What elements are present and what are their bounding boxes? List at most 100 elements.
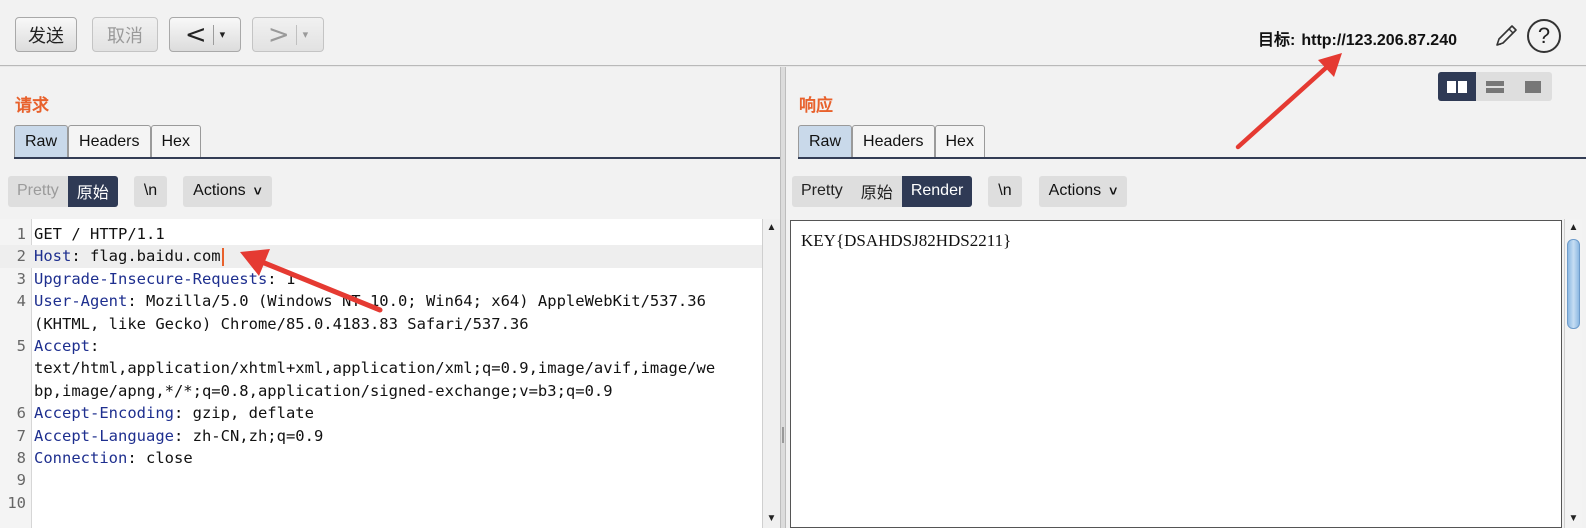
stacked-icon[interactable] [1476, 72, 1514, 101]
request-actions-button[interactable]: Actions ˅ [183, 175, 272, 207]
response-view-bar: Pretty 原始 Render \n Actions ˅ [792, 175, 1128, 207]
line-text: (KHTML, like Gecko) Chrome/85.0.4183.83 … [34, 313, 529, 335]
header-key: Host [34, 247, 72, 266]
code-line[interactable]: 8 Connection: close [0, 447, 762, 469]
line-number: 7 [16, 426, 26, 445]
response-tab-hex[interactable]: Hex [934, 125, 985, 158]
line-text: Accept-Language: zh-CN,zh;q=0.9 [34, 425, 323, 447]
back-dropdown-icon[interactable]: ▾ [220, 28, 226, 41]
chevron-down-icon: ˅ [1109, 183, 1118, 199]
header-value: (KHTML, like Gecko) Chrome/85.0.4183.83 … [34, 314, 529, 333]
line-text: Host: flag.baidu.com [34, 245, 224, 267]
code-line[interactable]: 4 User-Agent: Mozilla/5.0 (Windows NT 10.… [0, 290, 762, 312]
cancel-button-label: 取消 [107, 25, 143, 46]
target-display: 目标: http://123.206.87.240 [1258, 26, 1457, 50]
request-pretty-toggle[interactable]: Pretty [8, 176, 68, 207]
request-editor[interactable]: 1 GET / HTTP/1.1 2 Host: flag.baidu.com 3 Upg… [0, 219, 762, 528]
line-text: Accept: [34, 335, 99, 357]
header-value: : Mozilla/5.0 (Windows NT 10.0; Win64; x… [127, 292, 706, 311]
response-tabs: Raw Headers Hex [798, 125, 985, 158]
request-view-bar: Pretty 原始 \n Actions ˅ [8, 175, 272, 207]
cancel-button[interactable]: 取消 [92, 17, 158, 52]
response-newline-toggle[interactable]: \n [988, 175, 1022, 207]
scroll-thumb[interactable] [1567, 239, 1580, 329]
code-line[interactable]: 5 Accept: [0, 335, 762, 357]
target-label: 目标: [1258, 32, 1296, 49]
response-tab-raw[interactable]: Raw [798, 125, 853, 158]
header-value: text/html,application/xhtml+xml,applicat… [34, 359, 716, 378]
text-cursor [221, 247, 224, 266]
send-button[interactable]: 发送 [15, 17, 77, 52]
target-url: http://123.206.87.240 [1301, 32, 1457, 49]
line-text: Connection: close [34, 447, 193, 469]
line-number: 5 [16, 336, 26, 355]
header-key: Accept [34, 336, 90, 355]
line-number: 9 [16, 471, 26, 490]
rendered-flag-text: KEY{DSAHDSJ82HDS2211} [801, 231, 1012, 250]
line-text: bp,image/apng,*/*;q=0.8,application/sign… [34, 380, 613, 402]
request-raw-toggle[interactable]: 原始 [67, 175, 118, 207]
header-value: : gzip, deflate [173, 404, 314, 423]
forward-arrow-icon: > [267, 19, 290, 50]
line-text: text/html,application/xhtml+xml,applicat… [34, 357, 715, 379]
pencil-icon[interactable] [1492, 22, 1520, 50]
request-scrollbar[interactable]: ▲ ▼ [762, 219, 780, 528]
code-line[interactable]: 10 [0, 492, 762, 514]
top-toolbar: 发送 取消 < ▾ > ▾ 目标: http://123.206.87.240 ? [0, 0, 1586, 66]
request-tab-headers[interactable]: Headers [68, 125, 151, 158]
header-key: Upgrade-Insecure-Requests [34, 269, 268, 288]
code-line[interactable]: 9 [0, 469, 762, 491]
send-button-label: 发送 [28, 25, 64, 46]
response-pretty-toggle[interactable]: Pretty [792, 176, 852, 207]
line-text: Accept-Encoding: gzip, deflate [34, 402, 314, 424]
code-line[interactable]: 7 Accept-Language: zh-CN,zh;q=0.9 [0, 425, 762, 447]
scroll-down-icon[interactable]: ▼ [1565, 510, 1582, 528]
line-number: 10 [7, 493, 26, 512]
code-line[interactable]: 1 GET / HTTP/1.1 [0, 223, 762, 245]
back-button[interactable]: < ▾ [169, 17, 241, 52]
response-view-mode: Pretty 原始 Render [792, 175, 973, 207]
response-title: 响应 [799, 96, 833, 116]
line-text: Upgrade-Insecure-Requests: 1 [34, 268, 295, 290]
line-number: 3 [16, 269, 26, 288]
response-pane: 响应 Raw Headers Hex Pretty 原始 Render \n A… [786, 67, 1586, 528]
line-number: 4 [16, 292, 26, 311]
line-number: 1 [16, 225, 26, 243]
code-line[interactable]: 2 Host: flag.baidu.com [0, 245, 762, 268]
response-render-view[interactable]: KEY{DSAHDSJ82HDS2211} [790, 220, 1562, 528]
header-key: Accept-Encoding [34, 404, 174, 423]
layout-toggle [1438, 72, 1552, 101]
header-value: GET / HTTP/1.1 [34, 225, 165, 243]
scroll-down-icon[interactable]: ▼ [763, 510, 780, 528]
response-actions-button[interactable]: Actions ˅ [1038, 175, 1128, 207]
header-value: : 1 [267, 269, 296, 288]
response-render-toggle[interactable]: Render [901, 175, 973, 207]
forward-dropdown-icon[interactable]: ▾ [303, 28, 309, 41]
request-tab-raw[interactable]: Raw [14, 125, 69, 158]
code-line[interactable]: bp,image/apng,*/*;q=0.8,application/sign… [0, 380, 762, 402]
header-value: : zh-CN,zh;q=0.9 [173, 426, 324, 445]
line-number: 2 [16, 247, 26, 266]
request-tab-hex[interactable]: Hex [150, 125, 201, 158]
header-value: : close [127, 448, 193, 467]
single-icon[interactable] [1514, 72, 1552, 101]
code-line[interactable]: (KHTML, like Gecko) Chrome/85.0.4183.83 … [0, 313, 762, 335]
response-tab-headers[interactable]: Headers [852, 125, 935, 158]
scroll-up-icon[interactable]: ▲ [1565, 219, 1582, 237]
header-value: : [90, 336, 100, 355]
code-line[interactable]: 6 Accept-Encoding: gzip, deflate [0, 402, 762, 424]
header-key: Accept-Language [34, 426, 174, 445]
code-line[interactable]: text/html,application/xhtml+xml,applicat… [0, 357, 762, 379]
header-value: bp,image/apng,*/*;q=0.8,application/sign… [34, 381, 613, 400]
request-newline-toggle[interactable]: \n [133, 175, 168, 207]
request-code[interactable]: 1 GET / HTTP/1.1 2 Host: flag.baidu.com 3 Upg… [0, 223, 762, 514]
code-line[interactable]: 3 Upgrade-Insecure-Requests: 1 [0, 268, 762, 290]
side-by-side-icon[interactable] [1438, 72, 1476, 101]
help-icon[interactable]: ? [1527, 19, 1561, 53]
request-title: 请求 [15, 96, 49, 116]
line-text: GET / HTTP/1.1 [34, 223, 165, 245]
scroll-up-icon[interactable]: ▲ [763, 219, 780, 237]
response-raw-toggle[interactable]: 原始 [852, 176, 902, 207]
response-scrollbar[interactable]: ▲ ▼ [1564, 219, 1582, 528]
forward-button[interactable]: > ▾ [252, 17, 324, 52]
